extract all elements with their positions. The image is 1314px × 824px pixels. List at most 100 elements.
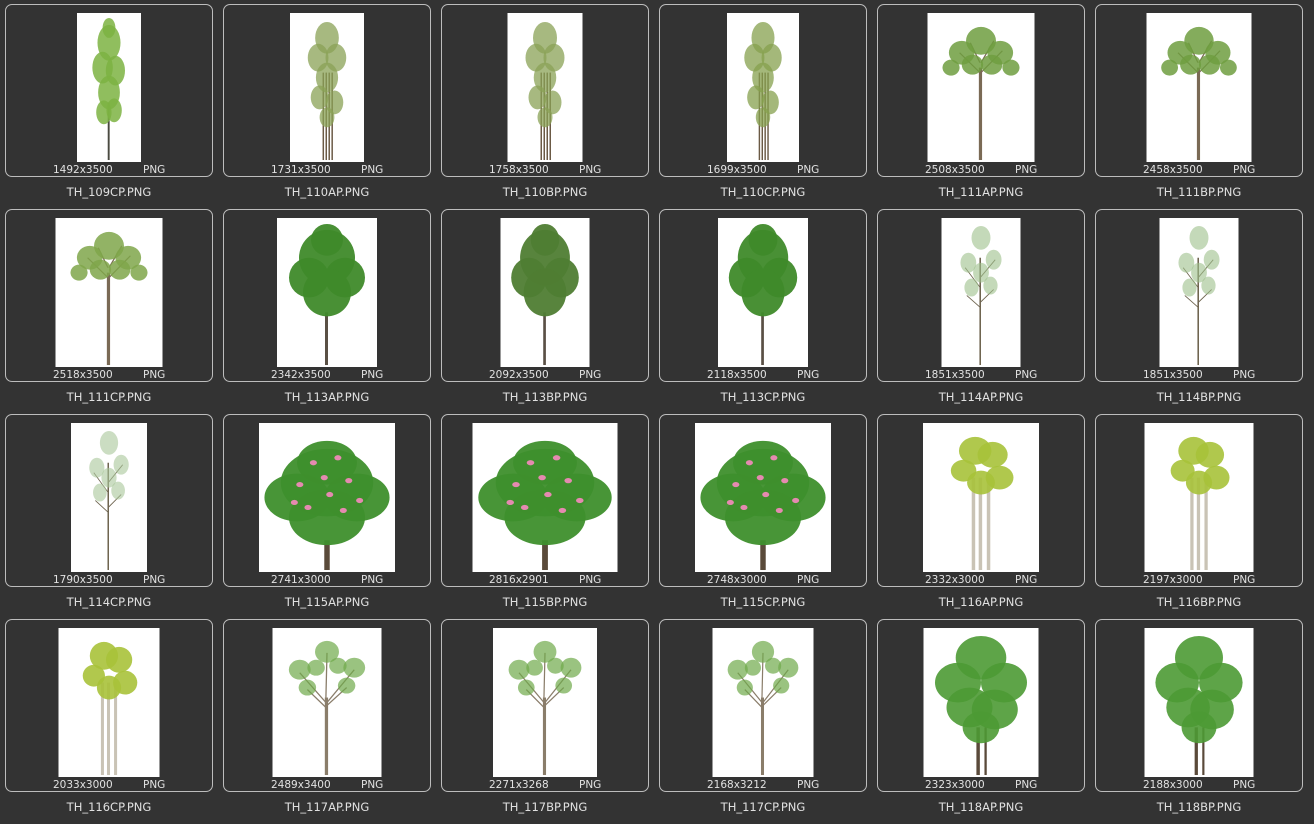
file-item[interactable]: 2332x3000 PNG TH_116AP.PNG bbox=[877, 414, 1095, 619]
file-item[interactable]: 2092x3500 PNG TH_113BP.PNG bbox=[441, 209, 659, 414]
file-item[interactable]: 1731x3500 PNG TH_110AP.PNG bbox=[223, 4, 441, 209]
file-thumbnail-card[interactable]: 1851x3500 PNG bbox=[877, 209, 1085, 382]
tree-image bbox=[960, 225, 1002, 366]
file-item[interactable]: 2118x3500 PNG TH_113CP.PNG bbox=[659, 209, 877, 414]
file-thumbnail-card[interactable]: 2092x3500 PNG bbox=[441, 209, 649, 382]
file-name[interactable]: TH_111BP.PNG bbox=[1095, 185, 1303, 199]
file-item[interactable]: 2168x3212 PNG TH_117CP.PNG bbox=[659, 619, 877, 824]
file-name[interactable]: TH_116AP.PNG bbox=[877, 595, 1085, 609]
tree-image bbox=[264, 440, 390, 571]
file-thumbnail-card[interactable]: 1492x3500 PNG bbox=[5, 4, 213, 177]
file-dimensions: 2092x3500 bbox=[489, 369, 549, 381]
file-name[interactable]: TH_111CP.PNG bbox=[5, 390, 213, 404]
file-item[interactable]: 2271x3268 PNG TH_117BP.PNG bbox=[441, 619, 659, 824]
file-format: PNG bbox=[797, 574, 820, 586]
file-thumbnail-card[interactable]: 1758x3500 PNG bbox=[441, 4, 649, 177]
file-item[interactable]: 2188x3000 PNG TH_118BP.PNG bbox=[1095, 619, 1313, 824]
tree-image bbox=[744, 21, 782, 161]
file-name[interactable]: TH_116BP.PNG bbox=[1095, 595, 1303, 609]
file-thumbnail-card[interactable]: 2748x3000 PNG bbox=[659, 414, 867, 587]
file-format: PNG bbox=[1015, 164, 1038, 176]
file-name[interactable]: TH_117CP.PNG bbox=[659, 800, 867, 814]
thumbnail-image bbox=[1146, 13, 1252, 162]
file-item[interactable]: 2033x3000 PNG TH_116CP.PNG bbox=[5, 619, 223, 824]
file-name[interactable]: TH_118BP.PNG bbox=[1095, 800, 1303, 814]
thumbnail-image bbox=[277, 218, 377, 367]
tree-image bbox=[1155, 635, 1243, 776]
tree-image bbox=[511, 223, 579, 366]
tree-image bbox=[727, 640, 799, 776]
file-thumbnail-card[interactable]: 2342x3500 PNG bbox=[223, 209, 431, 382]
file-thumbnail-card[interactable]: 2458x3500 PNG bbox=[1095, 4, 1303, 177]
file-item[interactable]: 2342x3500 PNG TH_113AP.PNG bbox=[223, 209, 441, 414]
file-name[interactable]: TH_114AP.PNG bbox=[877, 390, 1085, 404]
file-thumbnail-card[interactable]: 2271x3268 PNG bbox=[441, 619, 649, 792]
file-dimensions: 1851x3500 bbox=[1143, 369, 1203, 381]
file-item[interactable]: 1851x3500 PNG TH_114BP.PNG bbox=[1095, 209, 1313, 414]
file-dimensions: 2342x3500 bbox=[271, 369, 331, 381]
file-item[interactable]: 2816x2901 PNG TH_115BP.PNG bbox=[441, 414, 659, 619]
file-thumbnail-card[interactable]: 2188x3000 PNG bbox=[1095, 619, 1303, 792]
file-name[interactable]: TH_113AP.PNG bbox=[223, 390, 431, 404]
file-name[interactable]: TH_115BP.PNG bbox=[441, 595, 649, 609]
file-item[interactable]: 2518x3500 PNG TH_111CP.PNG bbox=[5, 209, 223, 414]
tree-image bbox=[1161, 26, 1237, 161]
tree-image bbox=[289, 223, 365, 366]
file-thumbnail-card[interactable]: 2816x2901 PNG bbox=[441, 414, 649, 587]
file-dimensions: 2508x3500 bbox=[925, 164, 985, 176]
file-thumbnail-card[interactable]: 2508x3500 PNG bbox=[877, 4, 1085, 177]
file-name[interactable]: TH_111AP.PNG bbox=[877, 185, 1085, 199]
file-item[interactable]: 1758x3500 PNG TH_110BP.PNG bbox=[441, 4, 659, 209]
thumbnail-image bbox=[718, 218, 808, 367]
file-name[interactable]: TH_113CP.PNG bbox=[659, 390, 867, 404]
file-format: PNG bbox=[361, 779, 384, 791]
file-item[interactable]: 1699x3500 PNG TH_110CP.PNG bbox=[659, 4, 877, 209]
file-thumbnail-card[interactable]: 1731x3500 PNG bbox=[223, 4, 431, 177]
file-thumbnail-card[interactable]: 1851x3500 PNG bbox=[1095, 209, 1303, 382]
file-thumbnail-card[interactable]: 2518x3500 PNG bbox=[5, 209, 213, 382]
file-thumbnail-card[interactable]: 2033x3000 PNG bbox=[5, 619, 213, 792]
file-thumbnail-card[interactable]: 1699x3500 PNG bbox=[659, 4, 867, 177]
file-thumbnail-card[interactable]: 2197x3000 PNG bbox=[1095, 414, 1303, 587]
file-item[interactable]: 1492x3500 PNG TH_109CP.PNG bbox=[5, 4, 223, 209]
file-thumbnail-card[interactable]: 2323x3000 PNG bbox=[877, 619, 1085, 792]
file-item[interactable]: 2323x3000 PNG TH_118AP.PNG bbox=[877, 619, 1095, 824]
file-name[interactable]: TH_110AP.PNG bbox=[223, 185, 431, 199]
thumbnail-image bbox=[695, 423, 831, 572]
file-name[interactable]: TH_117AP.PNG bbox=[223, 800, 431, 814]
file-item[interactable]: 2458x3500 PNG TH_111BP.PNG bbox=[1095, 4, 1313, 209]
file-dimensions: 2332x3000 bbox=[925, 574, 985, 586]
file-item[interactable]: 2197x3000 PNG TH_116BP.PNG bbox=[1095, 414, 1313, 619]
file-name[interactable]: TH_115CP.PNG bbox=[659, 595, 867, 609]
file-name[interactable]: TH_116CP.PNG bbox=[5, 800, 213, 814]
file-name[interactable]: TH_114CP.PNG bbox=[5, 595, 213, 609]
tree-image bbox=[92, 17, 125, 161]
file-thumbnail-card[interactable]: 1790x3500 PNG bbox=[5, 414, 213, 587]
file-name[interactable]: TH_109CP.PNG bbox=[5, 185, 213, 199]
file-item[interactable]: 2741x3000 PNG TH_115AP.PNG bbox=[223, 414, 441, 619]
file-name[interactable]: TH_110CP.PNG bbox=[659, 185, 867, 199]
file-thumbnail-card[interactable]: 2118x3500 PNG bbox=[659, 209, 867, 382]
file-dimensions: 2816x2901 bbox=[489, 574, 549, 586]
file-dimensions: 1492x3500 bbox=[53, 164, 113, 176]
tree-image bbox=[89, 430, 129, 571]
file-item[interactable]: 1790x3500 PNG TH_114CP.PNG bbox=[5, 414, 223, 619]
file-name[interactable]: TH_118AP.PNG bbox=[877, 800, 1085, 814]
file-format: PNG bbox=[1015, 779, 1038, 791]
file-item[interactable]: 1851x3500 PNG TH_114AP.PNG bbox=[877, 209, 1095, 414]
file-thumbnail-card[interactable]: 2168x3212 PNG bbox=[659, 619, 867, 792]
thumbnail-image bbox=[941, 218, 1021, 367]
file-name[interactable]: TH_110BP.PNG bbox=[441, 185, 649, 199]
file-item[interactable]: 2489x3400 PNG TH_117AP.PNG bbox=[223, 619, 441, 824]
file-name[interactable]: TH_115AP.PNG bbox=[223, 595, 431, 609]
file-item[interactable]: 2508x3500 PNG TH_111AP.PNG bbox=[877, 4, 1095, 209]
thumbnail-image bbox=[472, 423, 618, 572]
file-thumbnail-card[interactable]: 2489x3400 PNG bbox=[223, 619, 431, 792]
file-thumbnail-card[interactable]: 2332x3000 PNG bbox=[877, 414, 1085, 587]
file-name[interactable]: TH_114BP.PNG bbox=[1095, 390, 1303, 404]
thumbnail-image bbox=[259, 423, 395, 572]
file-name[interactable]: TH_117BP.PNG bbox=[441, 800, 649, 814]
file-item[interactable]: 2748x3000 PNG TH_115CP.PNG bbox=[659, 414, 877, 619]
file-thumbnail-card[interactable]: 2741x3000 PNG bbox=[223, 414, 431, 587]
file-name[interactable]: TH_113BP.PNG bbox=[441, 390, 649, 404]
